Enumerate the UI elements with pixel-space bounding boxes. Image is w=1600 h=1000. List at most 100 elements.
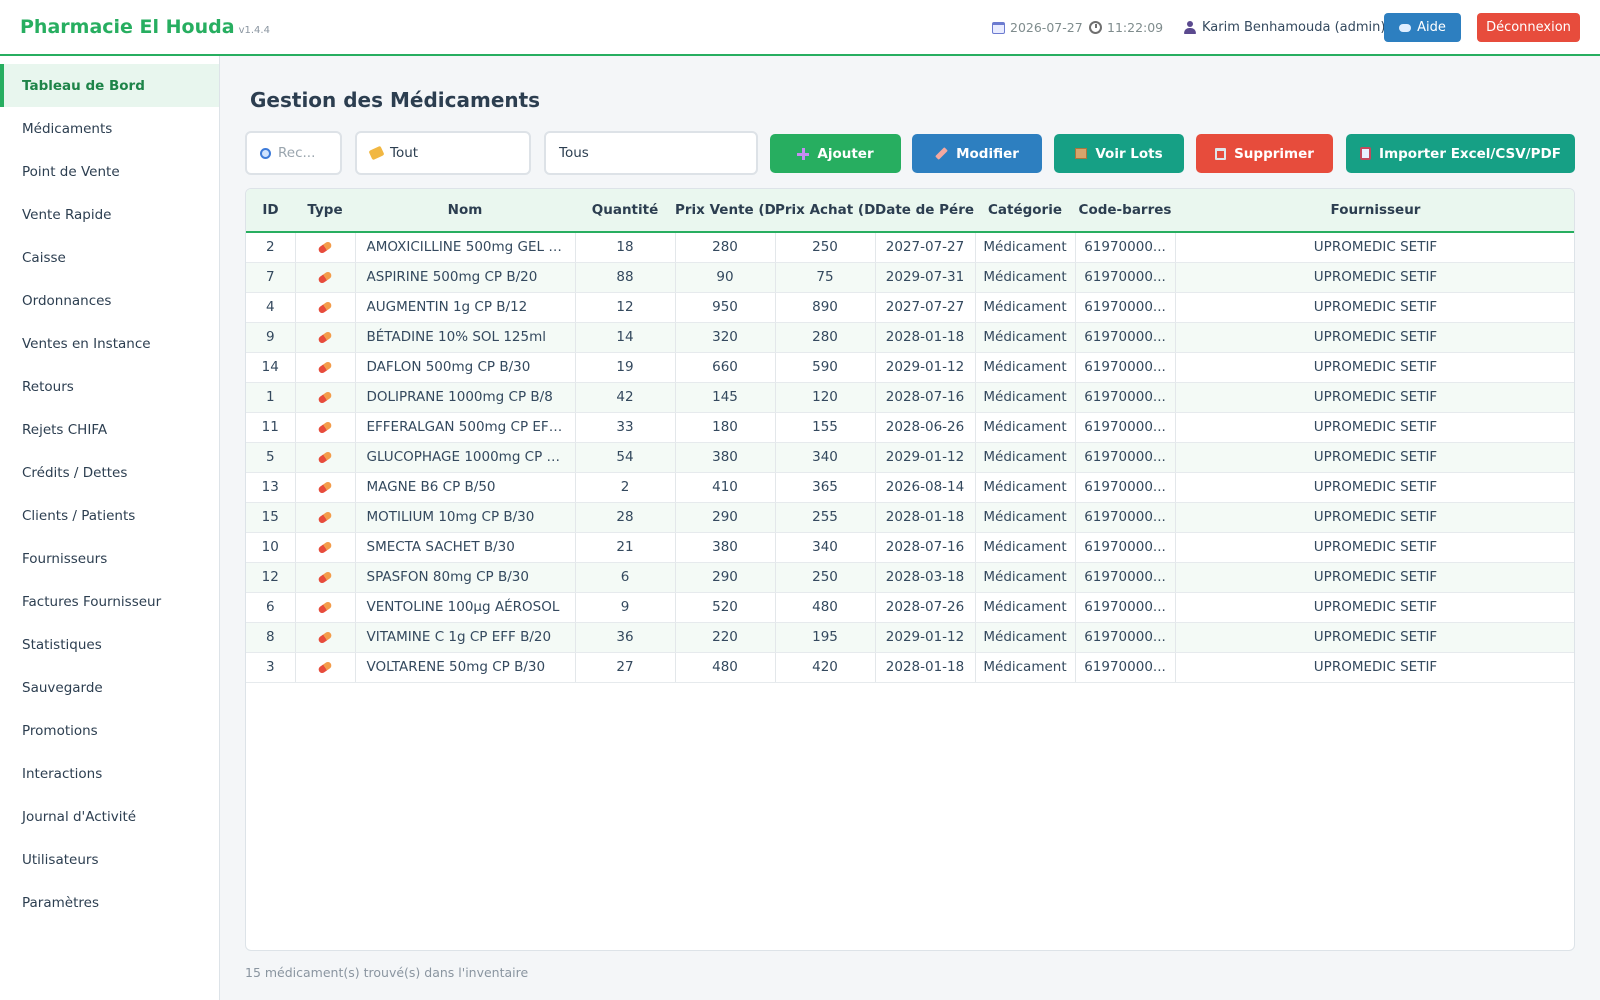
- cell-barcode: 61970000...: [1075, 562, 1176, 593]
- table-row[interactable]: 9 BÉTADINE 10% SOL 125ml 14 320 280 2028-01-1…: [246, 322, 1574, 353]
- sidebar-item-12[interactable]: Factures Fournisseur: [0, 580, 219, 623]
- sidebar-item-13[interactable]: Statistiques: [0, 623, 219, 666]
- supplier-filter-select[interactable]: Tous: [544, 131, 758, 175]
- time-text: 11:22:09: [1107, 20, 1164, 35]
- table-row[interactable]: 15 MOTILIUM 10mg CP B/30 28 290 255 2028-01-1…: [246, 502, 1574, 533]
- sidebar-item-11[interactable]: Fournisseurs: [0, 537, 219, 580]
- cell-exp: 2028-07-26: [875, 592, 976, 623]
- cell-cat: Médicament: [975, 292, 1076, 323]
- logout-button[interactable]: Déconnexion: [1477, 13, 1580, 42]
- table-row[interactable]: 3 VOLTARENE 50mg CP B/30 27 480 420 2028-01-1…: [246, 652, 1574, 683]
- help-button[interactable]: Aide: [1384, 13, 1461, 42]
- sidebar-item-5[interactable]: Ordonnances: [0, 279, 219, 322]
- table-row[interactable]: 1 DOLIPRANE 1000mg CP B/8 42 145 120 2028-07-…: [246, 382, 1574, 413]
- user-name: Karim Benhamouda (admin): [1202, 20, 1386, 35]
- sidebar-item-6[interactable]: Ventes en Instance: [0, 322, 219, 365]
- cell-cat: Médicament: [975, 382, 1076, 413]
- pill-icon: [317, 420, 333, 435]
- table-row[interactable]: 8 VITAMINE C 1g CP EFF B/20 36 220 195 2029-0…: [246, 622, 1574, 653]
- cell-type: [295, 592, 356, 623]
- cell-qty: 14: [575, 322, 676, 353]
- cell-sell: 380: [675, 532, 776, 563]
- cell-cat: Médicament: [975, 352, 1076, 383]
- cell-type: [295, 502, 356, 533]
- sidebar-item-4[interactable]: Caisse: [0, 236, 219, 279]
- column-header[interactable]: Prix Vente (DA): [675, 189, 775, 233]
- cell-type: [295, 292, 356, 323]
- column-header[interactable]: Catégorie: [975, 189, 1075, 233]
- cell-qty: 2: [575, 472, 676, 503]
- view-lots-button[interactable]: Voir Lots: [1054, 134, 1184, 173]
- table-row[interactable]: 11 EFFERALGAN 500mg CP EFF ... 33 180 155 202…: [246, 412, 1574, 443]
- column-header[interactable]: Type: [295, 189, 355, 233]
- sidebar-item-18[interactable]: Utilisateurs: [0, 838, 219, 881]
- cell-type: [295, 472, 356, 503]
- sidebar-item-14[interactable]: Sauvegarde: [0, 666, 219, 709]
- cell-sell: 950: [675, 292, 776, 323]
- table-row[interactable]: 10 SMECTA SACHET B/30 21 380 340 2028-07-16 Mé…: [246, 532, 1574, 563]
- cell-cat: Médicament: [975, 442, 1076, 473]
- table-row[interactable]: 2 AMOXICILLINE 500mg GEL B/... 18 280 250 202…: [246, 232, 1574, 263]
- table-row[interactable]: 7 ASPIRINE 500mg CP B/20 88 90 75 2029-07-31 M…: [246, 262, 1574, 293]
- sidebar-item-7[interactable]: Retours: [0, 365, 219, 408]
- search-input[interactable]: Rec...: [245, 131, 342, 175]
- cell-name: ASPIRINE 500mg CP B/20: [355, 262, 576, 293]
- column-header[interactable]: Date de Péremption: [875, 189, 975, 233]
- cell-cat: Médicament: [975, 472, 1076, 503]
- cell-sell: 180: [675, 412, 776, 443]
- add-button[interactable]: Ajouter: [770, 134, 901, 173]
- cell-type: [295, 652, 356, 683]
- sidebar-item-0[interactable]: Tableau de Bord: [0, 64, 219, 107]
- column-header[interactable]: Prix Achat (DA): [775, 189, 875, 233]
- sidebar-item-9[interactable]: Crédits / Dettes: [0, 451, 219, 494]
- date-text: 2026-07-27: [1010, 20, 1083, 35]
- cell-supplier: UPROMEDIC SETIF: [1175, 262, 1574, 293]
- cell-qty: 28: [575, 502, 676, 533]
- sidebar-nav: Tableau de Bord Médicaments Point de Vente…: [0, 56, 219, 924]
- table-row[interactable]: 12 SPASFON 80mg CP B/30 6 290 250 2028-03-18 M…: [246, 562, 1574, 593]
- sidebar-item-15[interactable]: Promotions: [0, 709, 219, 752]
- cell-qty: 12: [575, 292, 676, 323]
- cell-sell: 220: [675, 622, 776, 653]
- cell-cat: Médicament: [975, 622, 1076, 653]
- sidebar-item-2[interactable]: Point de Vente: [0, 150, 219, 193]
- cell-qty: 36: [575, 622, 676, 653]
- cell-buy: 155: [775, 412, 876, 443]
- cell-name: MOTILIUM 10mg CP B/30: [355, 502, 576, 533]
- sidebar-item-1[interactable]: Médicaments: [0, 107, 219, 150]
- sidebar-item-17[interactable]: Journal d'Activité: [0, 795, 219, 838]
- column-header[interactable]: Code-barres: [1075, 189, 1175, 233]
- type-filter-select[interactable]: Tout: [355, 131, 531, 175]
- app-brand: Pharmacie El Houda v1.4.4: [20, 16, 270, 38]
- page-title: Gestion des Médicaments: [250, 88, 541, 112]
- delete-button[interactable]: Supprimer: [1196, 134, 1333, 173]
- cell-name: EFFERALGAN 500mg CP EFF ...: [355, 412, 576, 443]
- sidebar-item-8[interactable]: Rejets CHIFA: [0, 408, 219, 451]
- cell-exp: 2028-07-16: [875, 532, 976, 563]
- cell-exp: 2027-07-27: [875, 292, 976, 323]
- table-row[interactable]: 5 GLUCOPHAGE 1000mg CP B/... 54 380 340 2029-…: [246, 442, 1574, 473]
- column-header[interactable]: ID: [246, 189, 295, 233]
- cell-buy: 250: [775, 232, 876, 263]
- edit-button[interactable]: Modifier: [912, 134, 1042, 173]
- table-row[interactable]: 4 AUGMENTIN 1g CP B/12 12 950 890 2027-07-27 M…: [246, 292, 1574, 323]
- import-button[interactable]: Importer Excel/CSV/PDF: [1346, 134, 1575, 173]
- header-time: 11:22:09: [1089, 20, 1163, 35]
- cell-barcode: 61970000...: [1075, 622, 1176, 653]
- cell-id: 6: [246, 592, 296, 623]
- column-header[interactable]: Quantité: [575, 189, 675, 233]
- sidebar-item-19[interactable]: Paramètres: [0, 881, 219, 924]
- column-header[interactable]: Fournisseur: [1175, 189, 1574, 233]
- cell-type: [295, 232, 356, 263]
- table-row[interactable]: 6 VENTOLINE 100µg AÉROSOL 9 520 480 2028-07-2…: [246, 592, 1574, 623]
- cell-barcode: 61970000...: [1075, 232, 1176, 263]
- sidebar-item-10[interactable]: Clients / Patients: [0, 494, 219, 537]
- sidebar-item-16[interactable]: Interactions: [0, 752, 219, 795]
- cell-buy: 365: [775, 472, 876, 503]
- table-row[interactable]: 14 DAFLON 500mg CP B/30 19 660 590 2029-01-12…: [246, 352, 1574, 383]
- table-row[interactable]: 13 MAGNE B6 CP B/50 2 410 365 2026-08-14 Médic…: [246, 472, 1574, 503]
- column-header[interactable]: Nom: [355, 189, 575, 233]
- sidebar-item-3[interactable]: Vente Rapide: [0, 193, 219, 236]
- plus-icon: [797, 147, 810, 160]
- pill-icon: [317, 600, 333, 615]
